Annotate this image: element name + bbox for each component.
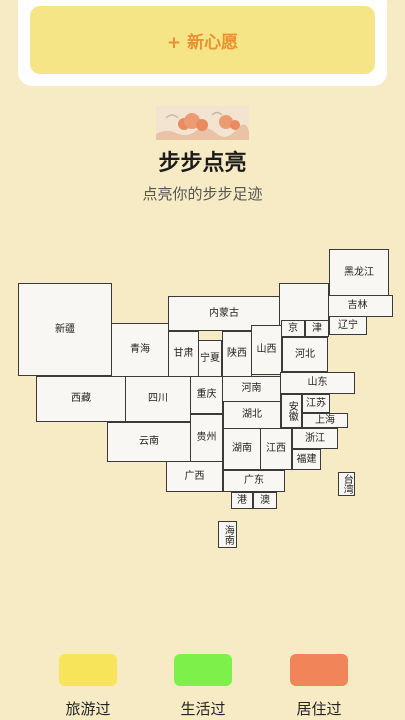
legend-resided[interactable]: 居住过 bbox=[290, 654, 348, 718]
legend-travelled[interactable]: 旅游过 bbox=[59, 654, 117, 718]
province-hongkong[interactable]: 港 bbox=[231, 492, 253, 509]
province-shanxi[interactable]: 山西 bbox=[251, 325, 282, 375]
province-jiangsu[interactable]: 江苏 bbox=[302, 394, 330, 413]
province-shanghai[interactable]: 上海 bbox=[302, 413, 348, 428]
province-hunan[interactable]: 湖南 bbox=[223, 428, 261, 470]
province-chongqing[interactable]: 重庆 bbox=[190, 376, 223, 414]
province-sichuan[interactable]: 四川 bbox=[125, 376, 191, 422]
province-liaoning[interactable]: 辽宁 bbox=[329, 316, 367, 335]
province-zhejiang[interactable]: 浙江 bbox=[292, 428, 338, 449]
province-anhui[interactable]: 安徽 bbox=[281, 394, 302, 428]
province-ningxia[interactable]: 宁夏 bbox=[198, 340, 222, 377]
legend-label-travelled: 旅游过 bbox=[65, 700, 111, 718]
province-beijing[interactable]: 京 bbox=[281, 320, 305, 337]
legend-label-lived: 生活过 bbox=[180, 700, 226, 718]
china-province-map: 黑龙江 吉林 辽宁 内蒙古 京 津 河北 山西 新疆 青海 甘肃 宁夏 陕西 山… bbox=[0, 0, 405, 720]
province-xinjiang[interactable]: 新疆 bbox=[18, 283, 112, 376]
legend-label-resided: 居住过 bbox=[296, 700, 342, 718]
province-xizang[interactable]: 西藏 bbox=[36, 376, 126, 422]
province-jiangxi[interactable]: 江西 bbox=[260, 428, 292, 470]
province-yunnan[interactable]: 云南 bbox=[107, 422, 191, 462]
legend-swatch-lived bbox=[174, 654, 232, 686]
province-tianjin[interactable]: 津 bbox=[305, 320, 329, 337]
province-taiwan[interactable]: 台湾 bbox=[338, 472, 355, 496]
legend-lived[interactable]: 生活过 bbox=[174, 654, 232, 718]
province-jilin[interactable]: 吉林 bbox=[322, 295, 393, 317]
province-gansu[interactable]: 甘肃 bbox=[168, 331, 199, 377]
province-shaanxi[interactable]: 陕西 bbox=[222, 331, 252, 377]
legend-swatch-resided bbox=[290, 654, 348, 686]
province-guangxi[interactable]: 广西 bbox=[166, 461, 223, 492]
province-guangdong[interactable]: 广东 bbox=[223, 470, 285, 492]
province-qinghai[interactable]: 青海 bbox=[111, 323, 169, 377]
province-henan[interactable]: 河南 bbox=[222, 376, 281, 402]
province-macau[interactable]: 澳 bbox=[253, 492, 277, 509]
legend-swatch-travelled bbox=[59, 654, 117, 686]
province-fujian[interactable]: 福建 bbox=[292, 449, 321, 470]
province-hebei[interactable]: 河北 bbox=[282, 337, 328, 372]
province-heilongjiang[interactable]: 黑龙江 bbox=[329, 249, 389, 297]
province-neimenggu-east[interactable] bbox=[279, 283, 329, 321]
province-hubei[interactable]: 湖北 bbox=[223, 401, 281, 429]
province-shandong[interactable]: 山东 bbox=[280, 372, 355, 394]
province-hainan[interactable]: 海南 bbox=[218, 521, 237, 548]
province-guizhou[interactable]: 贵州 bbox=[190, 414, 223, 462]
